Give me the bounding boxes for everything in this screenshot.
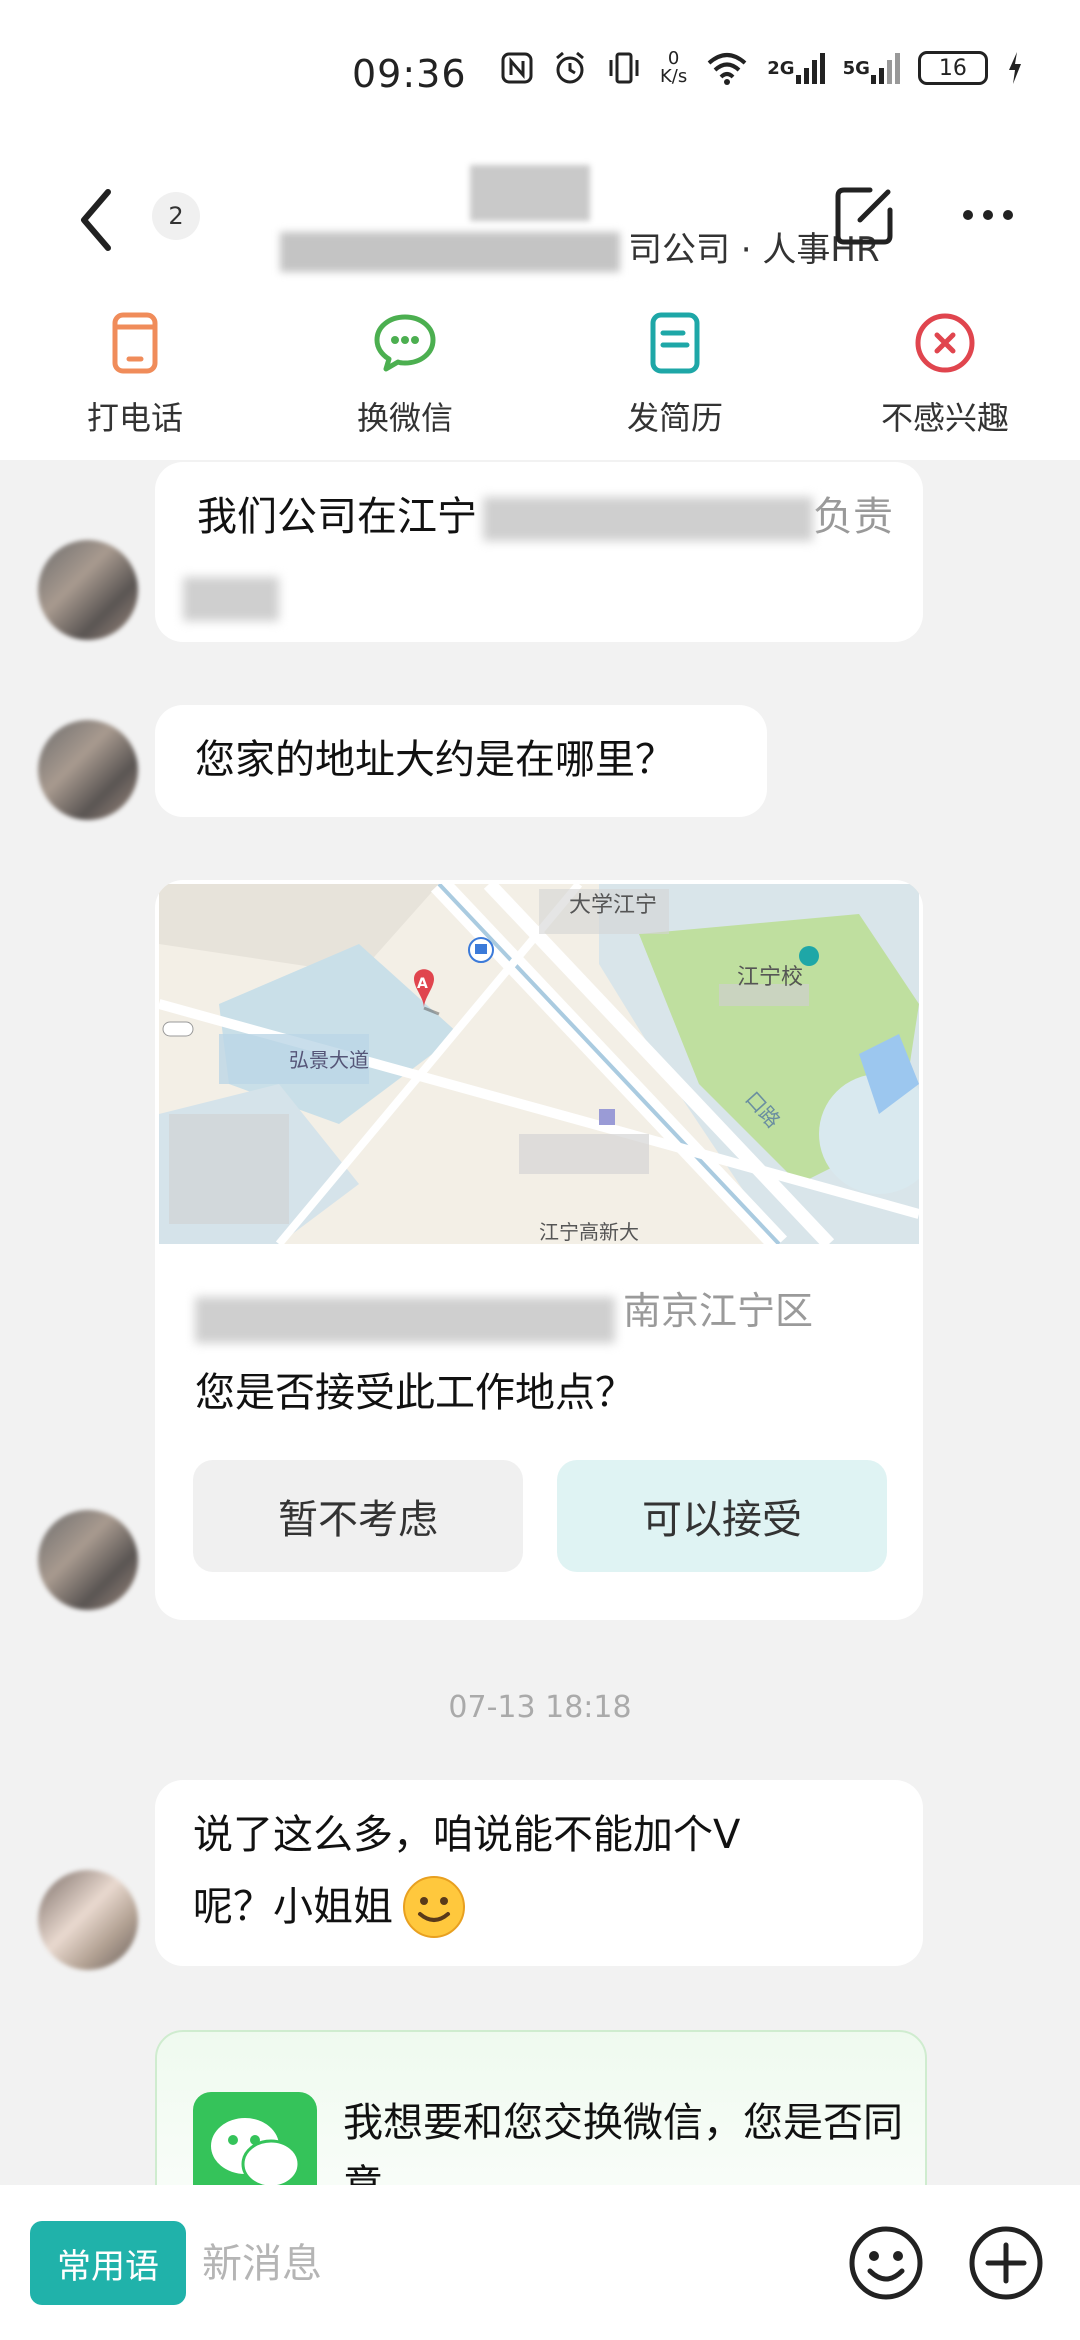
chevron-left-icon: [81, 189, 111, 251]
back-button[interactable]: [70, 180, 130, 260]
nfc-icon: [500, 51, 534, 85]
action-not-interested-label: 不感兴趣: [880, 399, 1009, 437]
input-bar: 常用语: [0, 2185, 1080, 2340]
message-bubble: 我们公司在江宁 负责: [155, 462, 923, 642]
resume-icon: [650, 312, 700, 374]
message-bubble: 说了这么多，咱说能不能加个V 呢？小姐姐: [155, 1780, 923, 1966]
message-text: 说了这么多，咱说能不能加个V: [193, 1812, 741, 1858]
location-question: 您是否接受此工作地点？: [195, 1370, 635, 1416]
action-resume-label: 发简历: [626, 399, 723, 437]
map-label: 大学江宁: [569, 893, 658, 918]
map-image: [159, 884, 919, 1244]
avatar[interactable]: [38, 540, 138, 640]
phone-icon: [112, 312, 158, 374]
message-line: 我们公司在江宁 负责: [197, 482, 893, 552]
decline-button[interactable]: 暂不考虑: [193, 1460, 523, 1572]
common-phrases-button[interactable]: 常用语: [30, 2221, 186, 2305]
map-marker-label: A: [417, 976, 428, 992]
message-bubble: 您家的地址大约是在哪里？: [155, 705, 767, 817]
avatar[interactable]: [38, 1510, 138, 1610]
action-wechat[interactable]: 换微信: [270, 290, 540, 460]
wechat-icon: [374, 314, 436, 372]
action-not-interested[interactable]: 不感兴趣: [810, 290, 1080, 460]
message-timestamp: 07-13 18:18: [448, 1690, 632, 1725]
action-resume[interactable]: 发简历: [540, 290, 810, 460]
location-card: A 大学江宁 江宁校 弘景大道 江宁高新大 口路 南京江宁区 您是否接受此工作地…: [155, 880, 923, 1620]
alarm-icon: [552, 50, 588, 86]
more-button[interactable]: [958, 190, 1018, 240]
redacted-text: [183, 577, 279, 621]
redacted-address: [195, 1296, 615, 1343]
signal-2g-icon: 2G: [767, 51, 825, 85]
signal-5g-label: 5G: [842, 57, 870, 79]
message-line-2: 呢？小姐姐: [193, 1872, 467, 1942]
emoji-button[interactable]: [846, 2223, 926, 2303]
address-line: 南京江宁区: [195, 1280, 895, 1343]
status-bar: 09:36 0 K/s 2G 5G 16: [0, 0, 1080, 150]
plus-button[interactable]: [966, 2223, 1046, 2303]
status-icons: 0 K/s 2G 5G 16: [500, 50, 1024, 86]
plus-icon: [969, 2226, 1043, 2300]
avatar[interactable]: [38, 1870, 138, 1970]
vibrate-icon: [606, 50, 642, 86]
status-time: 09:36: [352, 52, 467, 96]
wifi-icon: [705, 51, 749, 85]
charging-icon: [1006, 50, 1024, 86]
not-interested-icon: [915, 313, 975, 373]
edit-icon: [835, 187, 893, 245]
message-text-end: 负责: [813, 494, 893, 540]
edit-button[interactable]: [830, 180, 900, 250]
map-label: 江宁高新大: [539, 1220, 639, 1244]
more-icon: [963, 210, 1013, 220]
map-label: 弘景大道: [289, 1048, 369, 1072]
accept-button[interactable]: 可以接受: [557, 1460, 887, 1572]
battery-icon: 16: [917, 51, 988, 85]
action-call-label: 打电话: [86, 399, 183, 437]
message-text-2: 呢？小姐姐: [193, 1884, 393, 1930]
net-speed: 0 K/s: [660, 50, 687, 86]
redacted-text: [483, 497, 813, 541]
action-wechat-label: 换微信: [356, 399, 453, 437]
company-name-redacted: [280, 231, 620, 272]
emoji-icon: [849, 2226, 923, 2300]
map-label: 江宁校: [737, 965, 804, 990]
message-text: 我们公司在江宁: [197, 494, 477, 540]
signal-2g-label: 2G: [767, 57, 795, 79]
avatar[interactable]: [38, 720, 138, 820]
message-input[interactable]: [200, 2221, 824, 2307]
map-thumbnail[interactable]: A 大学江宁 江宁校 弘景大道 江宁高新大 口路: [159, 884, 919, 1244]
battery-level: 16: [938, 55, 967, 81]
address-text: 南京江宁区: [623, 1289, 814, 1333]
net-speed-unit: K/s: [660, 66, 688, 87]
message-text: 您家的地址大约是在哪里？: [195, 737, 675, 783]
contact-name: [470, 165, 590, 221]
action-row: 打电话 换微信 发简历 不感兴趣: [0, 290, 1080, 460]
contact-subtitle: 司公司 · 人事HR: [280, 222, 880, 272]
unread-badge: 2: [152, 192, 200, 240]
smile-emoji-icon: [403, 1876, 465, 1938]
message-line-2: [183, 562, 279, 632]
action-call[interactable]: 打电话: [0, 290, 270, 460]
signal-5g-icon: 5G: [843, 51, 900, 85]
